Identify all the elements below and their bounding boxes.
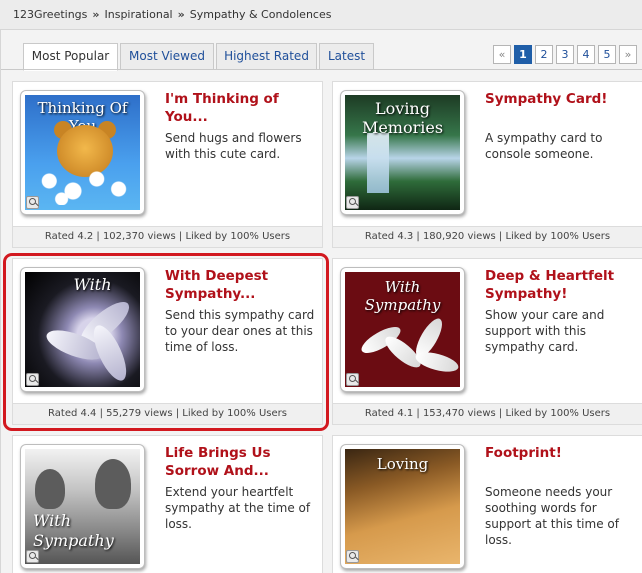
card-stats: Rated 4.4 | 55,279 views | Liked by 100%… [13, 403, 322, 424]
breadcrumb-link-home[interactable]: 123Greetings [13, 8, 87, 21]
flowers-illustration [35, 165, 130, 205]
card-stats: Rated 4.1 | 153,470 views | Liked by 100… [333, 403, 642, 424]
card-thumbnail-image[interactable]: With Sympathy [345, 272, 460, 387]
card-thumbnail[interactable]: With Sympathy [340, 267, 465, 392]
pager-page-5[interactable]: 5 [598, 45, 616, 64]
card-title[interactable]: I'm Thinking of You... [165, 90, 321, 126]
lily-petal [413, 348, 460, 376]
card-description: Show your care and support with this sym… [485, 308, 605, 354]
card-with-deepest-sympathy[interactable]: With With Deepest Sympathy... Send this … [12, 258, 323, 425]
card-thumbnail-image[interactable]: Thinking Of You [25, 95, 140, 210]
card-thumbnail[interactable]: With [20, 267, 145, 392]
card-thumbnail-image[interactable]: With [25, 272, 140, 387]
pager-page-2[interactable]: 2 [535, 45, 553, 64]
breadcrumb-current: Sympathy & Condolences [189, 8, 332, 21]
card-thumbnail[interactable]: With Sympathy [20, 444, 145, 569]
pager-page-3[interactable]: 3 [556, 45, 574, 64]
card-thinking-of-you[interactable]: Thinking Of You I'm Thinking of You... S… [12, 81, 323, 248]
zoom-icon[interactable] [26, 373, 39, 386]
card-sympathy-card[interactable]: Loving Memories Sympathy Card! A sympath… [332, 81, 642, 248]
card-thumbnail-image[interactable]: Loving Memories [345, 95, 460, 210]
card-deep-heartfelt-sympathy[interactable]: With Sympathy Deep & Heartfelt Sympathy!… [332, 258, 642, 425]
tabs-divider [1, 69, 642, 70]
card-title[interactable]: Sympathy Card! [485, 90, 641, 108]
card-thumbnail[interactable]: Thinking Of You [20, 90, 145, 215]
breadcrumb-separator: » [92, 8, 100, 21]
breadcrumb: 123Greetings » Inspirational » Sympathy & Co… [13, 8, 331, 21]
tree-illustration [95, 459, 131, 509]
thumbnail-caption: With Sympathy [364, 278, 441, 314]
card-thumbnail[interactable]: Loving Memories [340, 90, 465, 215]
zoom-icon[interactable] [346, 550, 359, 563]
thumbnail-caption: With Sympathy [33, 511, 114, 550]
breadcrumb-separator: » [177, 8, 185, 21]
thumbnail-caption: With [73, 275, 112, 294]
card-title[interactable]: With Deepest Sympathy... [165, 267, 321, 303]
thumbnail-caption: Loving [376, 455, 429, 473]
card-title[interactable]: Life Brings Us Sorrow And... [165, 444, 321, 480]
zoom-icon[interactable] [26, 550, 39, 563]
pager-page-4[interactable]: 4 [577, 45, 595, 64]
tab-highest-rated[interactable]: Highest Rated [216, 43, 317, 70]
pager-page-1[interactable]: 1 [514, 45, 532, 64]
card-thumbnail-image[interactable]: With Sympathy [25, 449, 140, 564]
content-panel: Most Popular Most Viewed Highest Rated L… [0, 30, 642, 573]
tab-latest[interactable]: Latest [319, 43, 374, 70]
tab-most-popular[interactable]: Most Popular [23, 43, 118, 71]
card-life-brings-us-sorrow[interactable]: With Sympathy Life Brings Us Sorrow And.… [12, 435, 323, 573]
breadcrumb-link-inspirational[interactable]: Inspirational [105, 8, 173, 21]
waterfall-illustration [367, 133, 389, 193]
card-description: Someone needs your soothing words for su… [485, 485, 619, 547]
card-thumbnail-image[interactable]: Loving [345, 449, 460, 564]
zoom-icon[interactable] [346, 196, 359, 209]
card-description: A sympathy card to console someone. [485, 131, 603, 161]
zoom-icon[interactable] [26, 196, 39, 209]
zoom-icon[interactable] [346, 373, 359, 386]
pager-prev-button[interactable]: « [493, 45, 511, 64]
card-title[interactable]: Deep & Heartfelt Sympathy! [485, 267, 641, 303]
card-stats: Rated 4.2 | 102,370 views | Liked by 100… [13, 226, 322, 247]
pager-next-button[interactable]: » [619, 45, 637, 64]
tree-illustration [35, 469, 65, 509]
card-description: Send this sympathy card to your dear one… [165, 308, 315, 354]
thumbnail-caption: Loving Memories [361, 99, 444, 137]
card-description: Send hugs and flowers with this cute car… [165, 131, 302, 161]
card-footprint[interactable]: Loving Footprint! Someone needs your soo… [332, 435, 642, 573]
breadcrumb-bar: 123Greetings » Inspirational » Sympathy & Co… [0, 0, 642, 30]
card-stats: Rated 4.3 | 180,920 views | Liked by 100… [333, 226, 642, 247]
tab-most-viewed[interactable]: Most Viewed [120, 43, 214, 70]
card-description: Extend your heartfelt sympathy at the ti… [165, 485, 311, 531]
card-thumbnail[interactable]: Loving [340, 444, 465, 569]
card-title[interactable]: Footprint! [485, 444, 641, 462]
